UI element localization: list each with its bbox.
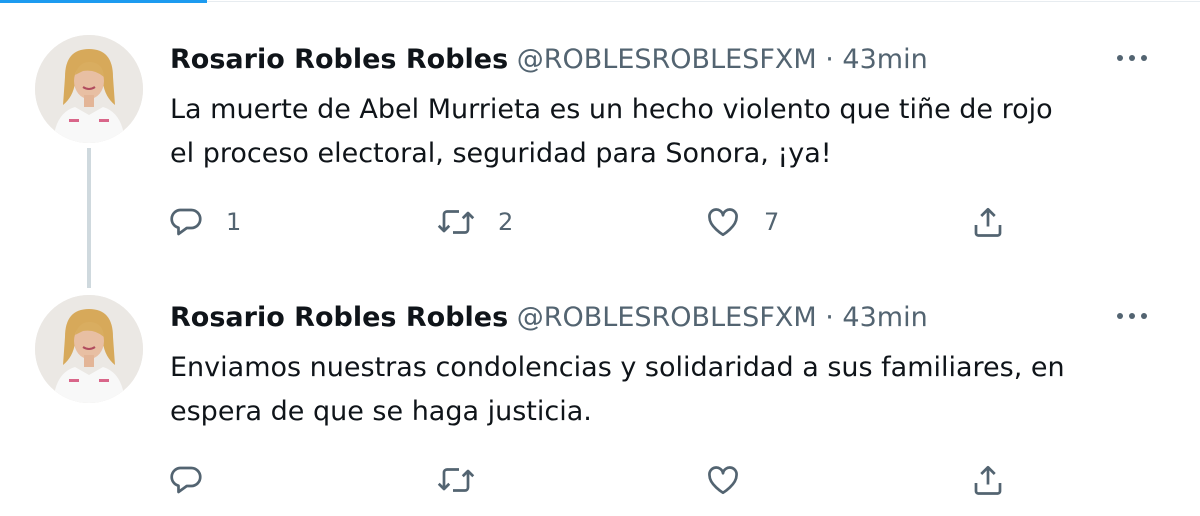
share-button[interactable] <box>970 200 1006 244</box>
separator-dot: · <box>825 44 834 75</box>
reply-count: 1 <box>226 208 242 236</box>
retweet-button[interactable]: 2 <box>436 200 513 244</box>
like-count: 7 <box>764 208 780 236</box>
share-icon <box>974 207 1002 237</box>
tweet-header: Rosario Robles Robles @ROBLESROBLESFXM ·… <box>170 40 928 80</box>
tweet-text: La muerte de Abel Murrieta es un hecho v… <box>170 88 1160 176</box>
tweet-text-line: La muerte de Abel Murrieta es un hecho v… <box>170 94 1053 125</box>
tweet-actions: 1 2 7 <box>168 200 1018 244</box>
avatar[interactable] <box>35 35 143 143</box>
like-button[interactable] <box>704 458 764 502</box>
reply-icon <box>170 466 202 494</box>
heart-icon <box>708 208 738 237</box>
separator-dot: · <box>825 302 834 333</box>
more-options-button[interactable] <box>1112 46 1152 70</box>
like-button[interactable]: 7 <box>704 200 779 244</box>
author-name[interactable]: Rosario Robles Robles <box>170 302 508 333</box>
tweet-text-line: el proceso electoral, seguridad para Son… <box>170 138 832 169</box>
author-handle[interactable]: @ROBLESROBLESFXM <box>517 44 817 75</box>
tweet[interactable]: Rosario Robles Robles @ROBLESROBLESFXM ·… <box>0 258 1200 516</box>
tweet[interactable]: Rosario Robles Robles @ROBLESROBLESFXM ·… <box>0 0 1200 260</box>
retweet-count: 2 <box>498 208 514 236</box>
more-options-button[interactable] <box>1112 304 1152 328</box>
tweet-text-line: Enviamos nuestras condolencias y solidar… <box>170 352 1065 383</box>
tweet-thread: Rosario Robles Robles @ROBLESROBLESFXM ·… <box>0 0 1200 516</box>
reply-button[interactable] <box>168 458 226 502</box>
more-options-icon <box>1117 313 1147 319</box>
tweet-header: Rosario Robles Robles @ROBLESROBLESFXM ·… <box>170 298 928 338</box>
reply-button[interactable]: 1 <box>168 200 241 244</box>
avatar-image <box>35 295 143 403</box>
tweet-text: Enviamos nuestras condolencias y solidar… <box>170 346 1160 434</box>
timestamp[interactable]: 43min <box>842 44 927 75</box>
share-button[interactable] <box>970 458 1006 502</box>
author-name[interactable]: Rosario Robles Robles <box>170 44 508 75</box>
more-options-icon <box>1117 55 1147 61</box>
reply-icon <box>170 208 202 236</box>
retweet-button[interactable] <box>436 458 498 502</box>
tweet-text-line: espera de que se haga justicia. <box>170 396 592 427</box>
author-handle[interactable]: @ROBLESROBLESFXM <box>517 302 817 333</box>
heart-icon <box>708 466 738 495</box>
timestamp[interactable]: 43min <box>842 302 927 333</box>
avatar[interactable] <box>35 295 143 403</box>
avatar-image <box>35 35 143 143</box>
tweet-actions <box>168 458 1018 502</box>
share-icon <box>974 465 1002 495</box>
retweet-icon <box>437 468 475 492</box>
retweet-icon <box>437 210 475 234</box>
